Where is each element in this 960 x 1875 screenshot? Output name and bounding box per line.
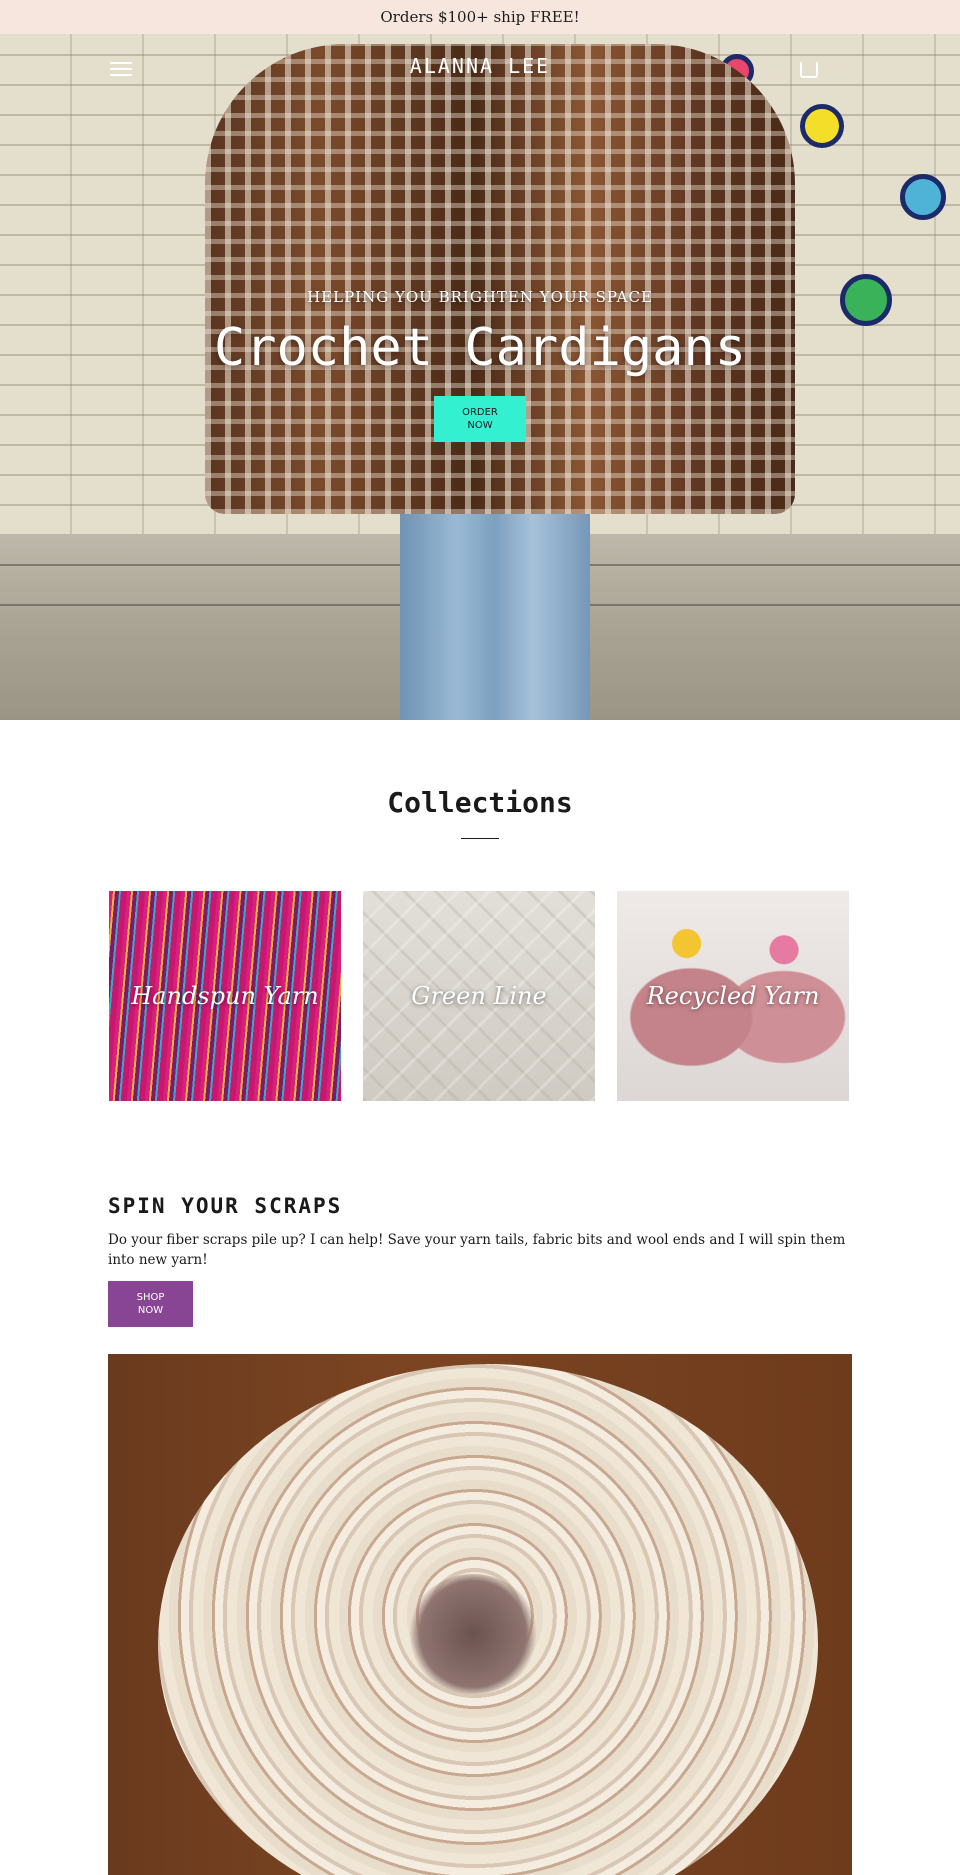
hero-banner: ALANNA LEE HELPING YOU BRIGHTEN YOUR SPA… (0, 34, 960, 720)
collection-label: Recycled Yarn (646, 982, 820, 1010)
scrap-yarn-image (108, 1354, 852, 1875)
collection-label: Handspun Yarn (131, 982, 319, 1010)
collection-label: Green Line (411, 982, 547, 1010)
yarn-skein-center (408, 1574, 538, 1694)
mural-decoration (900, 174, 946, 220)
cardigan-image (205, 44, 795, 514)
collection-tile-handspun-yarn[interactable]: Handspun Yarn (109, 891, 341, 1101)
mural-decoration (800, 104, 844, 148)
shopping-bag-icon[interactable] (800, 62, 818, 78)
collection-tile-green-line[interactable]: Green Line (363, 891, 595, 1101)
hero-title: Crochet Cardigans (213, 318, 747, 378)
spin-section-description: Do your fiber scraps pile up? I can help… (108, 1232, 846, 1268)
shop-now-button[interactable]: SHOP NOW (108, 1281, 193, 1327)
site-header: ALANNA LEE (0, 48, 960, 88)
collections-heading: Collections (387, 786, 573, 819)
collection-tile-recycled-yarn[interactable]: Recycled Yarn (617, 891, 849, 1101)
announcement-bar: Orders $100+ ship FREE! (0, 0, 960, 34)
hero-kicker: HELPING YOU BRIGHTEN YOUR SPACE (307, 288, 653, 306)
jeans-image (400, 514, 590, 720)
announcement-text: Orders $100+ ship FREE! (380, 8, 580, 26)
order-now-button[interactable]: ORDER NOW (434, 396, 526, 442)
site-logo[interactable]: ALANNA LEE (380, 54, 580, 78)
hamburger-menu-icon[interactable] (110, 62, 132, 76)
spin-section-heading: SPIN YOUR SCRAPS (108, 1194, 343, 1218)
heading-divider (461, 838, 499, 839)
